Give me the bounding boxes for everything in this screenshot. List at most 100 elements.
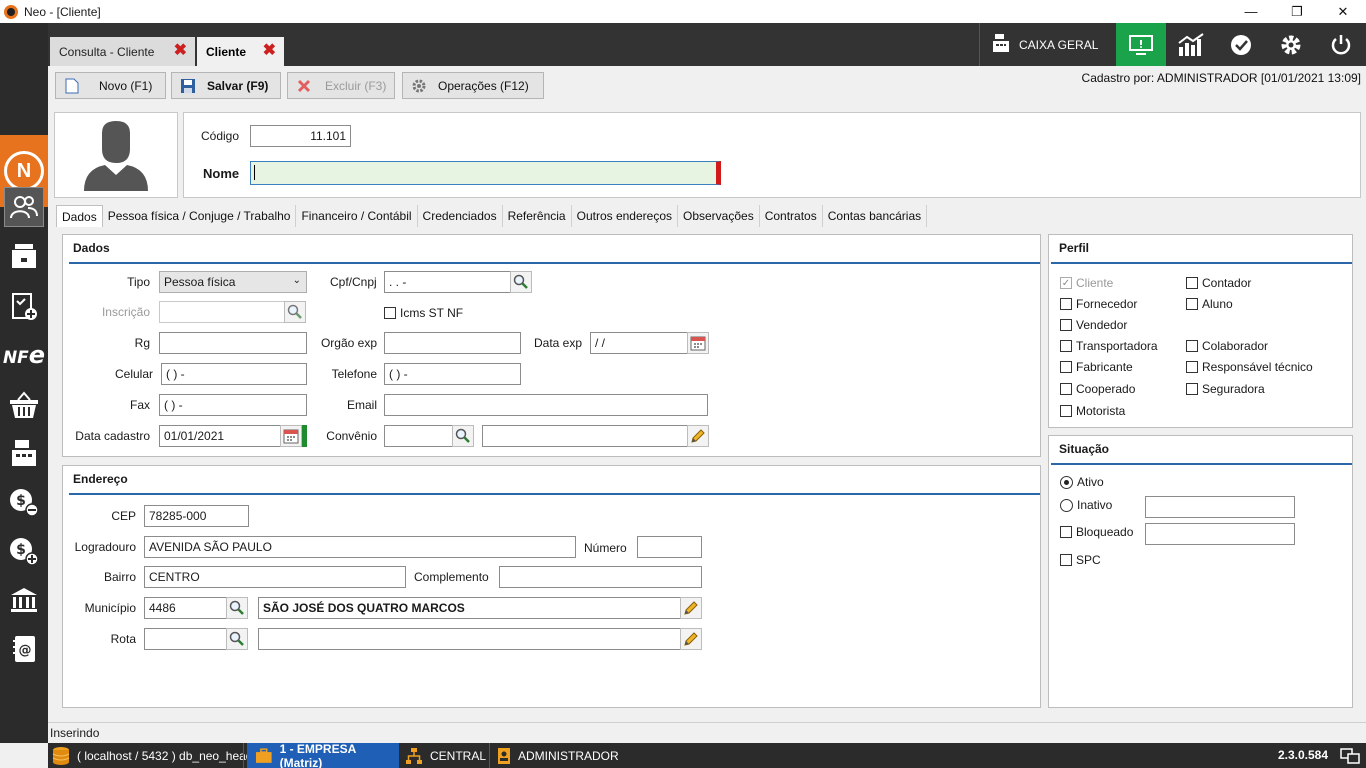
close-window-icon[interactable]: ✕ [1320,0,1366,23]
rg-field[interactable] [159,332,307,354]
central-status[interactable]: CENTRAL [405,743,486,768]
inativo-field[interactable] [1145,496,1295,518]
clients-icon[interactable] [4,187,44,227]
close-tab-icon[interactable]: ✖ [263,43,276,59]
cash-register-icon[interactable] [4,433,44,473]
nfe-icon[interactable]: NFe [3,335,45,375]
tab-dados[interactable]: Dados [56,205,103,227]
perfil-contador-checkbox[interactable]: Contador [1186,276,1251,290]
tab-observacoes[interactable]: Observações [678,205,760,227]
tab-outros-enderecos[interactable]: Outros endereços [571,205,678,227]
perfil-seguradora-checkbox[interactable]: Seguradora [1186,382,1265,396]
cpf-label: Cpf/Cnpj [330,275,377,289]
calendar-button[interactable] [280,425,302,447]
perfil-aluno-checkbox[interactable]: Aluno [1186,297,1233,311]
search-cpf-button[interactable] [510,271,532,293]
search-convenio-button[interactable] [452,425,474,447]
database-status[interactable]: ( localhost / 5432 ) db_neo_head [52,743,252,768]
monitor-icon[interactable] [1116,23,1166,66]
tab-contas-bancarias[interactable]: Contas bancárias [822,205,928,227]
windows-layout-icon[interactable] [1340,746,1360,768]
icms-checkbox[interactable]: Icms ST NF [384,306,463,320]
tab-contratos[interactable]: Contratos [759,205,823,227]
cep-field[interactable]: 78285-000 [144,505,249,527]
fax-field[interactable]: ( ) - [159,394,307,416]
tab-financeiro[interactable]: Financeiro / Contábil [296,205,418,227]
endereco-title: Endereço [73,472,128,486]
perfil-cooperado-checkbox[interactable]: Cooperado [1060,382,1135,396]
perfil-responsavel-tecnico-checkbox[interactable]: Responsável técnico [1186,360,1313,374]
power-icon[interactable] [1316,23,1366,66]
tab-consulta-cliente[interactable]: Consulta - Cliente ✖ [50,37,195,66]
search-inscricao-button[interactable] [284,301,306,323]
tab-referencia[interactable]: Referência [502,205,572,227]
gear-icon[interactable] [1266,23,1316,66]
rota-code-field[interactable] [144,628,227,650]
spc-checkbox[interactable]: SPC [1060,553,1101,567]
complemento-field[interactable] [499,566,702,588]
calendar-button[interactable] [687,332,709,354]
telefone-field[interactable]: ( ) - [384,363,521,385]
inscricao-field[interactable] [159,301,285,323]
tab-pessoa-fisica[interactable]: Pessoa física / Conjuge / Trabalho [102,205,297,227]
search-municipio-button[interactable] [226,597,248,619]
tipo-select[interactable]: Pessoa física ⌄ [159,271,307,293]
client-photo[interactable] [54,112,178,198]
edit-municipio-button[interactable] [680,597,702,619]
check-badge-icon[interactable] [1216,23,1266,66]
tab-credenciados[interactable]: Credenciados [417,205,503,227]
perfil-motorista-checkbox[interactable]: Motorista [1060,404,1125,418]
ativo-radio[interactable]: Ativo [1060,475,1104,489]
clipboard-add-icon[interactable] [4,286,44,326]
chart-icon[interactable] [1166,23,1216,66]
money-minus-icon[interactable]: $ [4,482,44,522]
cep-label: CEP [111,509,136,523]
endereco-group: Endereço CEP 78285-000 Logradouro AVENID… [62,465,1041,708]
inativo-radio[interactable]: Inativo [1060,498,1112,512]
maximize-icon[interactable]: ❐ [1274,0,1320,23]
celular-field[interactable]: ( ) - [161,363,307,385]
search-rota-button[interactable] [226,628,248,650]
empresa-status[interactable]: 1 - EMPRESA (Matriz) [247,742,399,768]
nome-field[interactable] [250,161,721,185]
perfil-transportadora-checkbox[interactable]: Transportadora [1060,339,1158,353]
caixa-geral-button[interactable]: CAIXA GERAL [979,23,1116,66]
bank-icon[interactable] [4,580,44,620]
minimize-icon[interactable]: — [1228,0,1274,23]
data-cadastro-field[interactable]: 01/01/2021 [159,425,281,447]
convenio-code-field[interactable] [384,425,453,447]
perfil-cliente-checkbox[interactable]: ✓ Cliente [1060,276,1113,290]
basket-icon[interactable] [4,385,44,425]
operacoes-button[interactable]: Operações (F12) [402,72,544,99]
orgao-field[interactable] [384,332,521,354]
products-box-icon[interactable] [4,236,44,276]
codigo-field[interactable]: 11.101 [250,125,351,147]
novo-button[interactable]: Novo (F1) [55,72,166,99]
perfil-colaborador-checkbox[interactable]: Colaborador [1186,339,1268,353]
money-plus-icon[interactable]: $ [4,531,44,571]
briefcase-icon [255,747,272,763]
tab-cliente[interactable]: Cliente ✖ [197,37,284,66]
excluir-button[interactable]: Excluir (F3) [287,72,395,99]
bairro-field[interactable]: CENTRO [144,566,406,588]
perfil-vendedor-checkbox[interactable]: Vendedor [1060,318,1127,332]
salvar-button[interactable]: Salvar (F9) [171,72,281,99]
rota-name-field[interactable] [258,628,681,650]
logradouro-field[interactable]: AVENIDA SÃO PAULO [144,536,576,558]
user-status[interactable]: ADMINISTRADOR [497,743,619,768]
bloqueado-field[interactable] [1145,523,1295,545]
municipio-name-field[interactable]: SÃO JOSÉ DOS QUATRO MARCOS [258,597,681,619]
edit-rota-button[interactable] [680,628,702,650]
edit-convenio-button[interactable] [687,425,709,447]
contacts-email-icon[interactable]: @ [4,629,44,669]
numero-field[interactable] [637,536,702,558]
perfil-fabricante-checkbox[interactable]: Fabricante [1060,360,1133,374]
bloqueado-checkbox[interactable]: Bloqueado [1060,525,1133,539]
municipio-code-field[interactable]: 4486 [144,597,227,619]
data-exp-field[interactable]: / / [590,332,688,354]
close-tab-icon[interactable]: ✖ [174,43,187,59]
convenio-name-field[interactable] [482,425,688,447]
email-field[interactable] [384,394,708,416]
cpf-field[interactable]: . . - [384,271,511,293]
perfil-fornecedor-checkbox[interactable]: Fornecedor [1060,297,1137,311]
